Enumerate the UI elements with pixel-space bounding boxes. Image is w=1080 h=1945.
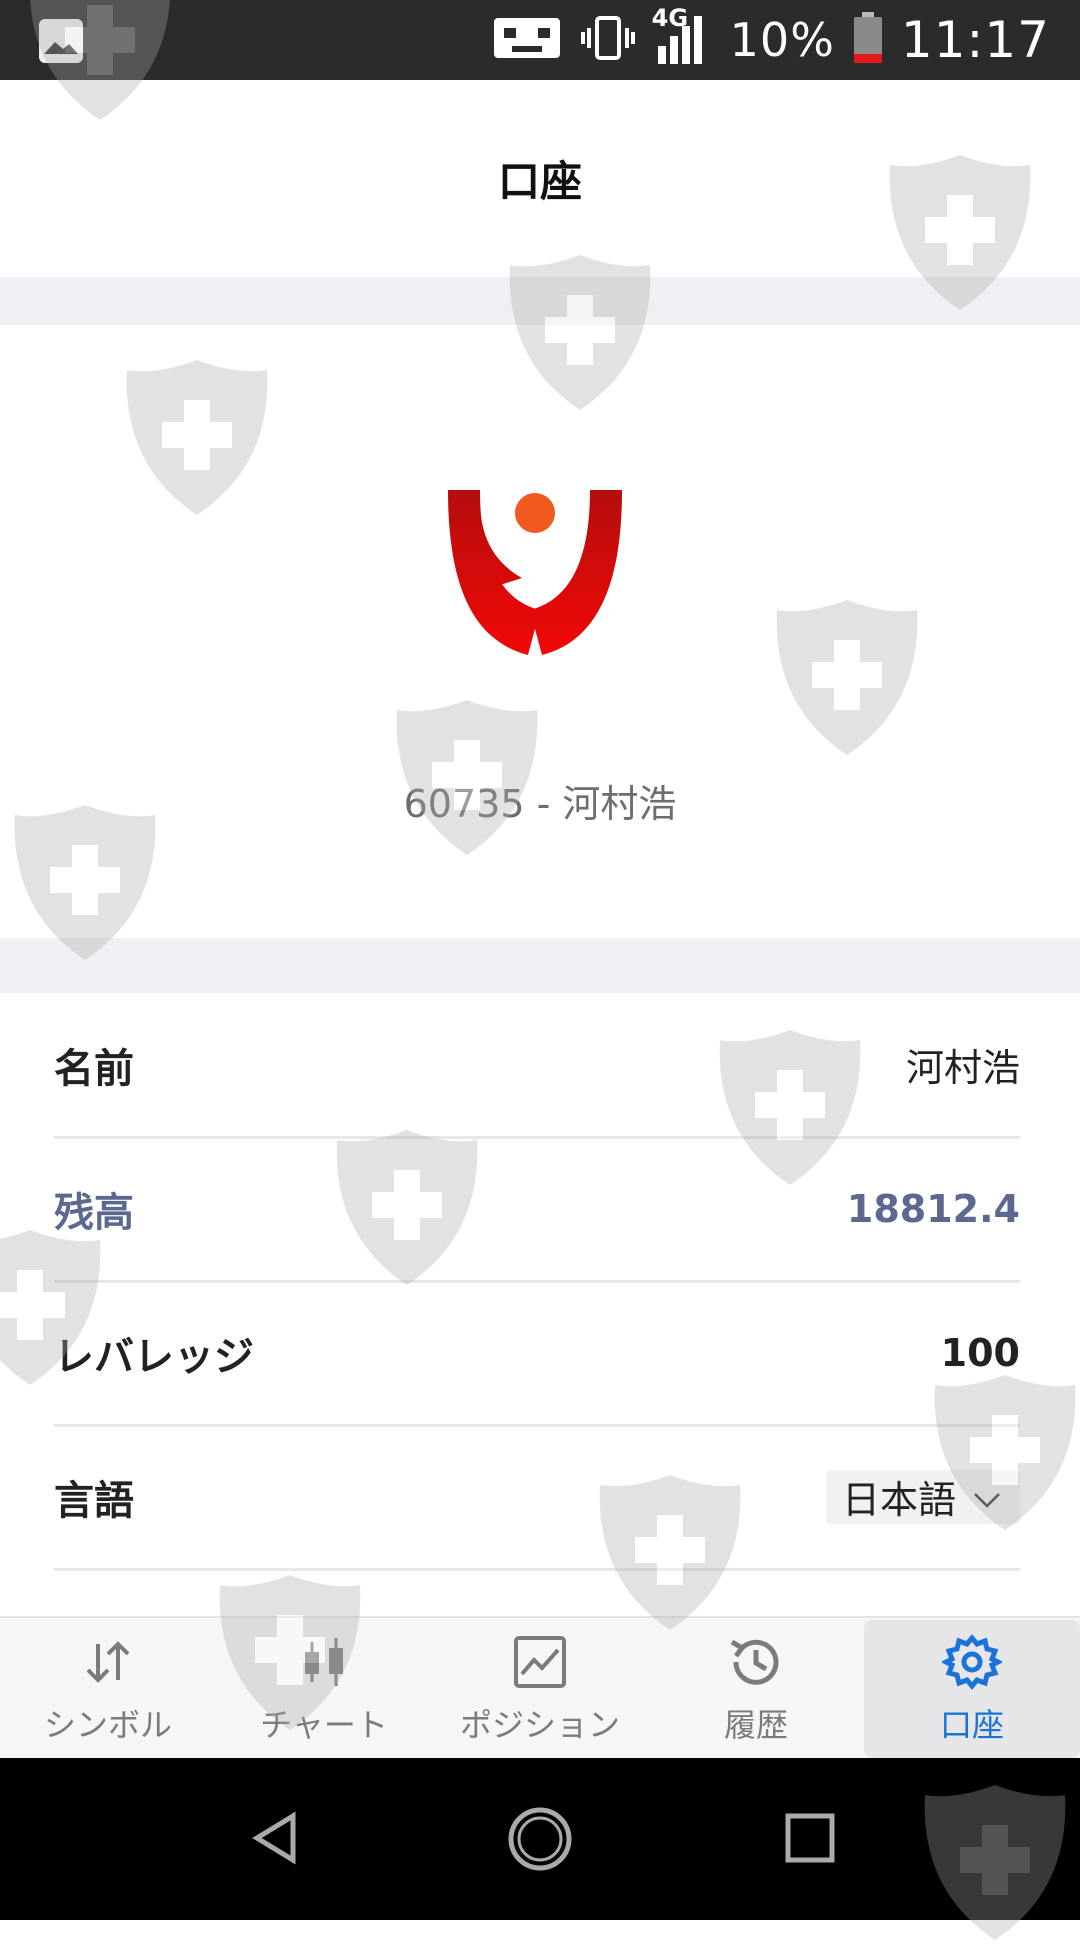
network-type: 4G bbox=[651, 4, 689, 32]
section-divider bbox=[0, 938, 1080, 993]
tab-positions[interactable]: ポジション bbox=[432, 1618, 648, 1760]
system-navigation-bar bbox=[0, 1758, 1080, 1920]
tab-label: シンボル bbox=[43, 1706, 172, 1744]
account-id-name: 60735 - 河村浩 bbox=[403, 782, 677, 826]
leverage-label: レバレッジ bbox=[54, 1333, 254, 1380]
tab-label: 履歴 bbox=[723, 1706, 788, 1744]
tab-chart[interactable]: チャート bbox=[216, 1618, 432, 1760]
balance-value: 18812.4 bbox=[846, 1186, 1020, 1231]
gallery-notification-icon bbox=[38, 18, 84, 68]
name-row: 名前 河村浩 bbox=[54, 993, 1020, 1139]
tab-label: チャート bbox=[260, 1706, 388, 1744]
bottom-tab-bar: シンボル チャート ポジション 履歴 口座 bbox=[0, 1616, 1080, 1760]
signal-icon: 4G bbox=[652, 4, 712, 70]
section-divider bbox=[0, 277, 1080, 325]
profile-card: 60735 - 河村浩 bbox=[0, 325, 1080, 938]
tab-history[interactable]: 履歴 bbox=[648, 1618, 864, 1760]
tab-label: 口座 bbox=[939, 1706, 1004, 1744]
gear-icon bbox=[942, 1634, 1002, 1690]
battery-percent: 10% bbox=[729, 13, 835, 67]
tab-symbols[interactable]: シンボル bbox=[0, 1618, 216, 1760]
name-value: 河村浩 bbox=[905, 1046, 1020, 1090]
page-title: 口座 bbox=[497, 157, 582, 206]
status-bar: 4G 10% 11:17 bbox=[0, 0, 1080, 80]
language-label: 言語 bbox=[54, 1477, 134, 1524]
vibrate-icon bbox=[580, 14, 636, 66]
arrows-sort-icon bbox=[86, 1641, 130, 1683]
balance-row: 残高 18812.4 bbox=[54, 1137, 1020, 1283]
name-label: 名前 bbox=[54, 1045, 134, 1092]
language-row: 言語 日本語 bbox=[54, 1425, 1020, 1571]
leverage-value: 100 bbox=[940, 1330, 1020, 1375]
robot-notification-icon bbox=[492, 14, 562, 66]
account-info-list: 名前 河村浩 残高 18812.4 レバレッジ 100 言語 日本語 bbox=[0, 993, 1080, 1595]
language-value: 日本語 bbox=[841, 1478, 956, 1522]
app-header: 口座 bbox=[0, 80, 1080, 277]
tab-account[interactable]: 口座 bbox=[864, 1620, 1080, 1758]
tab-label: ポジション bbox=[459, 1706, 620, 1744]
broker-logo bbox=[448, 490, 622, 655]
recents-button[interactable] bbox=[782, 1810, 838, 1870]
line-chart-icon bbox=[514, 1636, 566, 1688]
history-clock-icon bbox=[730, 1639, 779, 1685]
balance-label: 残高 bbox=[54, 1189, 134, 1236]
clock: 11:17 bbox=[900, 11, 1050, 69]
back-button[interactable] bbox=[245, 1808, 305, 1872]
home-button[interactable] bbox=[505, 1804, 575, 1878]
leverage-row: レバレッジ 100 bbox=[54, 1281, 1020, 1427]
language-select[interactable]: 日本語 bbox=[825, 1469, 1020, 1524]
chevron-down-icon bbox=[972, 1475, 1002, 1519]
candlestick-icon bbox=[305, 1638, 343, 1686]
battery-icon bbox=[853, 12, 883, 68]
